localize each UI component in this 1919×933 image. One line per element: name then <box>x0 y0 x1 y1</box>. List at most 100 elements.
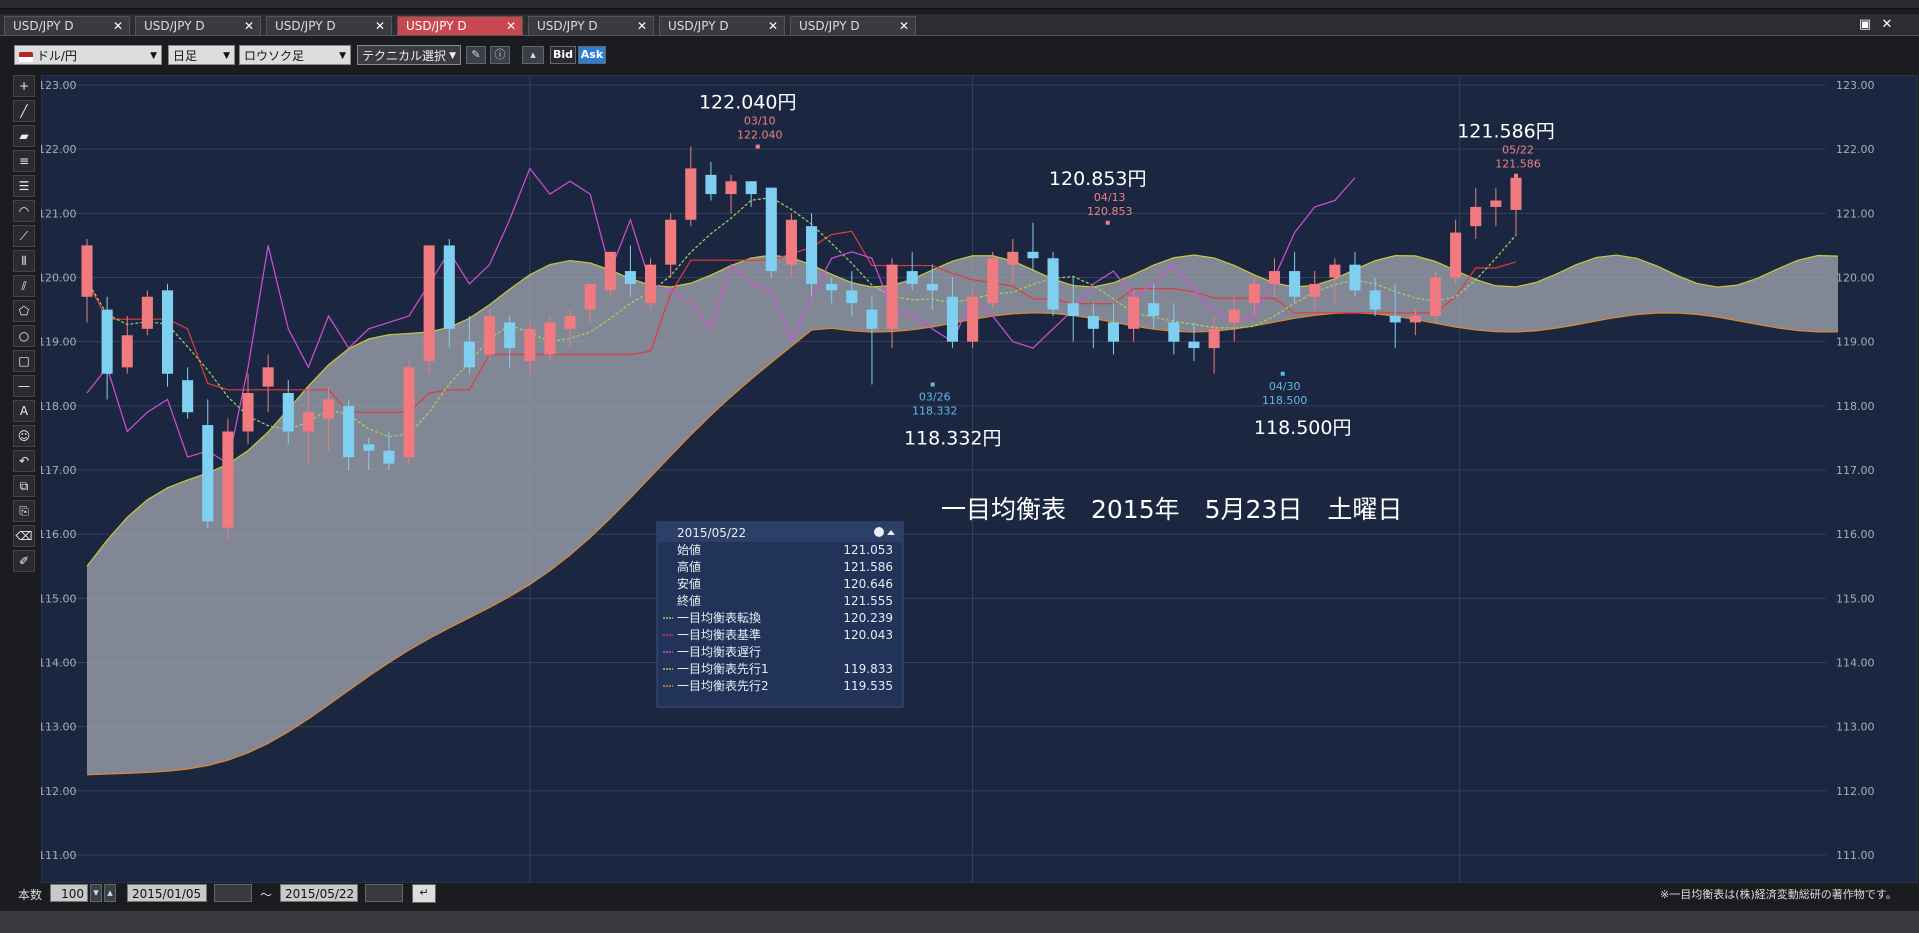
candle-body <box>1228 309 1240 323</box>
tab-chart-6[interactable]: USD/JPY D ✕ <box>659 16 785 35</box>
rectangle-icon[interactable]: □ <box>13 350 35 372</box>
tab-chart-3[interactable]: USD/JPY D ✕ <box>266 16 392 35</box>
candle-body <box>906 271 918 284</box>
candle-body <box>1188 341 1200 349</box>
close-tab-icon[interactable]: ✕ <box>375 17 385 35</box>
y-tick-label-left: 121.00 <box>41 207 77 220</box>
horizontal-lines-icon[interactable]: ≡ <box>13 150 35 172</box>
candle-body <box>1409 316 1421 323</box>
y-tick-label-right: 123.00 <box>1836 79 1875 92</box>
annotation-price-label: 118.332円 <box>904 428 1002 450</box>
candle-body <box>745 181 757 195</box>
status-footer <box>0 911 1919 933</box>
copy-icon[interactable]: ⧉ <box>13 475 35 497</box>
candle-body <box>302 412 314 432</box>
ruler-icon[interactable]: ▰ <box>13 125 35 147</box>
text-icon[interactable]: A <box>13 400 35 422</box>
candle-body <box>484 316 496 355</box>
to-date-input[interactable]: 2015/05/22 <box>280 884 358 902</box>
currency-pair-select[interactable]: ドル/円 ▼ <box>14 45 162 65</box>
info-row-label: 安値 <box>677 576 701 591</box>
candle-body <box>1148 303 1160 316</box>
y-tick-label-right: 119.00 <box>1836 336 1875 349</box>
chevron-down-icon: ▼ <box>339 51 346 61</box>
tab-chart-1[interactable]: USD/JPY D ✕ <box>4 16 130 35</box>
count-input[interactable]: 100 <box>50 884 88 902</box>
candle-body <box>383 450 395 464</box>
chart-type-select[interactable]: ロウソク足 ▼ <box>239 45 351 65</box>
count-down-icon[interactable]: ▾ <box>90 884 102 902</box>
close-window-icon[interactable]: ✕ <box>1878 17 1896 32</box>
candle-body <box>846 290 858 304</box>
fibonacci-icon[interactable]: ☰ <box>13 175 35 197</box>
from-time-input[interactable] <box>214 884 252 902</box>
candle-body <box>1329 264 1341 278</box>
undo-icon[interactable]: ↶ <box>13 450 35 472</box>
bid-button[interactable]: Bid <box>550 46 576 64</box>
clear-icon[interactable]: ✐ <box>13 550 35 572</box>
hline-icon[interactable]: — <box>13 375 35 397</box>
count-up-icon[interactable]: ▴ <box>104 884 116 902</box>
info-icon[interactable]: ⓘ <box>490 46 510 64</box>
candle-body <box>141 296 153 329</box>
trendline-icon[interactable]: ╱ <box>13 100 35 122</box>
chevron-down-icon: ▼ <box>449 51 456 61</box>
candle-body <box>765 187 777 272</box>
candle-body <box>685 168 697 220</box>
period-select[interactable]: 日足 ▼ <box>168 45 235 65</box>
ichimoku-chart[interactable]: 123.00 123.00 122.00 122.00 121.00 121.00 120.… <box>38 74 1919 896</box>
candle-body <box>504 322 516 349</box>
tab-label: USD/JPY D <box>668 19 729 33</box>
tab-chart-4[interactable]: USD/JPY D ✕ <box>397 16 523 35</box>
y-tick-label-left: 118.00 <box>41 400 77 413</box>
annotation-value: 121.586 <box>1495 158 1541 171</box>
pencil-icon[interactable]: ✎ <box>466 46 486 64</box>
candle-body <box>1490 200 1502 207</box>
chart-area[interactable]: 123.00 123.00 122.00 122.00 121.00 121.00 120.… <box>38 74 1919 896</box>
mountain-chart-icon[interactable]: ▴ <box>522 46 544 64</box>
close-tab-icon[interactable]: ✕ <box>506 17 516 35</box>
close-tab-icon[interactable]: ✕ <box>768 17 778 35</box>
price-marker <box>1105 220 1110 225</box>
candle-body <box>544 322 556 355</box>
pentagon-icon[interactable]: ⬠ <box>13 300 35 322</box>
candle-body <box>81 245 93 297</box>
crosshair-icon[interactable]: + <box>13 75 35 97</box>
close-tab-icon[interactable]: ✕ <box>113 17 123 35</box>
candle-body <box>1047 258 1059 310</box>
info-row-value: 121.555 <box>843 594 893 608</box>
paste-icon[interactable]: ⎘ <box>13 500 35 522</box>
to-time-input[interactable] <box>365 884 403 902</box>
vertical-lines-icon[interactable]: ⦀ <box>13 250 35 272</box>
info-row-value: 120.646 <box>843 577 893 591</box>
apply-range-icon[interactable]: ↵ <box>412 884 436 903</box>
tab-chart-5[interactable]: USD/JPY D ✕ <box>528 16 654 35</box>
price-marker <box>755 144 760 149</box>
eraser-icon[interactable]: ⌫ <box>13 525 35 547</box>
channel-icon[interactable]: ⫽ <box>13 275 35 297</box>
from-date-input[interactable]: 2015/01/05 <box>127 884 207 902</box>
info-row-label: 高値 <box>677 559 701 574</box>
close-tab-icon[interactable]: ✕ <box>637 17 647 35</box>
ask-button[interactable]: Ask <box>578 46 606 64</box>
annotation-date: 05/22 <box>1502 144 1534 157</box>
technical-select[interactable]: テクニカル選択 ▼ <box>357 45 461 65</box>
arc-icon[interactable]: ◠ <box>13 200 35 222</box>
price-marker <box>1280 371 1285 376</box>
close-tab-icon[interactable]: ✕ <box>899 17 909 35</box>
info-row-value: 121.053 <box>843 543 893 557</box>
icon-stamp-icon[interactable]: ☺ <box>13 425 35 447</box>
candle-body <box>645 264 657 304</box>
close-tab-icon[interactable]: ✕ <box>244 17 254 35</box>
tab-chart-2[interactable]: USD/JPY D ✕ <box>135 16 261 35</box>
circle-icon[interactable]: ○ <box>13 325 35 347</box>
tab-chart-7[interactable]: USD/JPY D ✕ <box>790 16 916 35</box>
maximize-icon[interactable]: ▣ <box>1856 17 1874 32</box>
candle-body <box>222 431 234 528</box>
fan-icon[interactable]: ⟋ <box>13 225 35 247</box>
y-tick-label-left: 114.00 <box>41 657 77 670</box>
chart-toolbar: ドル/円 ▼ 日足 ▼ ロウソク足 ▼ テクニカル選択 ▼ ✎ ⓘ ▴ Bid Ask <box>0 45 1919 69</box>
candle-body <box>242 393 254 432</box>
y-tick-label-left: 111.00 <box>41 849 77 862</box>
candle-body <box>785 219 797 265</box>
